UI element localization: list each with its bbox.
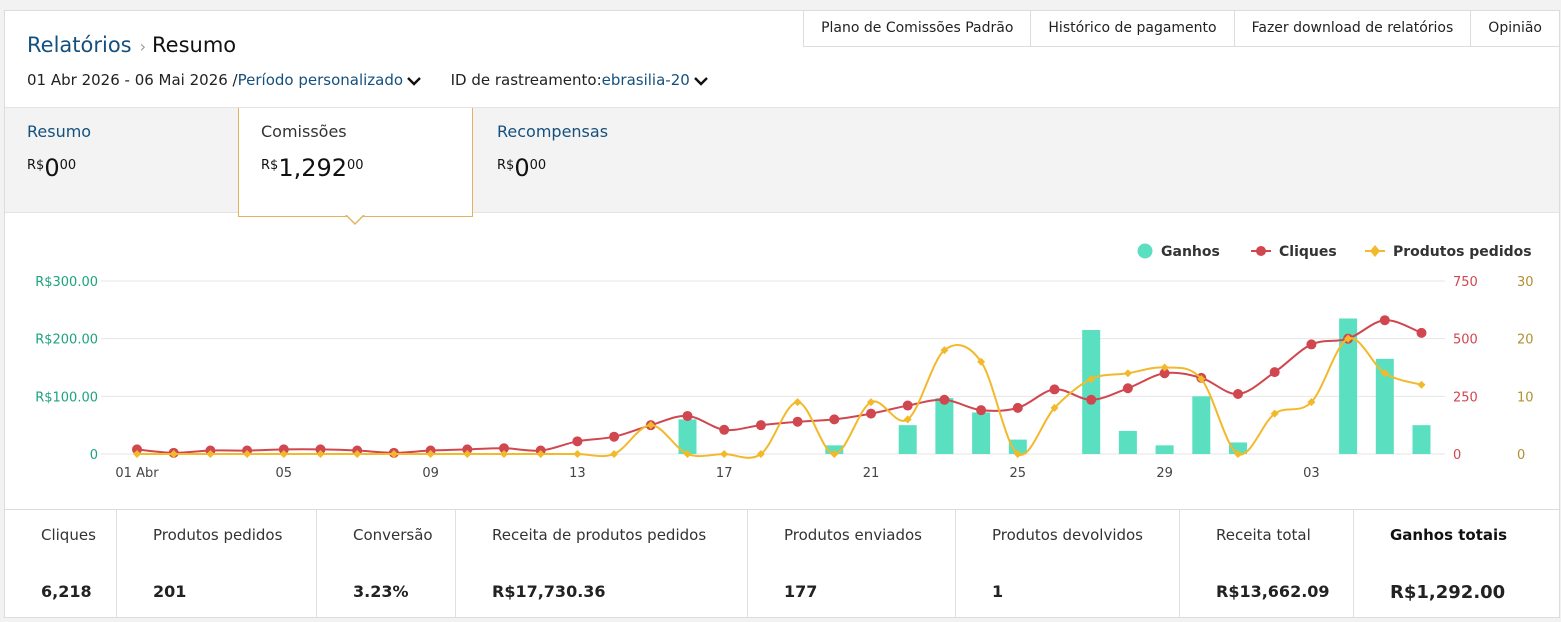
stat-conversao: Conversão 3.23%: [317, 510, 456, 617]
point-cliques: [902, 400, 913, 411]
point-produtos: [720, 450, 729, 458]
point-cliques: [1012, 402, 1023, 413]
stat-label: Produtos pedidos: [153, 526, 283, 544]
point-cliques: [1306, 339, 1317, 350]
stats-row: Cliques 6,218 Produtos pedidos 201 Convers…: [5, 509, 1559, 617]
point-cliques: [719, 424, 730, 435]
bar-ganhos: [898, 425, 917, 454]
x-axis-tick: 09: [422, 466, 439, 481]
point-cliques: [976, 405, 987, 416]
point-produtos: [793, 398, 802, 407]
stat-value: 1: [992, 582, 1004, 601]
legend-ganhos-marker: [1137, 243, 1153, 259]
bar-ganhos: [1082, 330, 1101, 454]
point-cliques: [792, 416, 803, 427]
stat-label: Produtos enviados: [784, 526, 922, 544]
right-axis-cliques-tick: 250: [1453, 390, 1478, 405]
point-cliques: [1379, 315, 1390, 326]
bar-ganhos: [1155, 445, 1174, 454]
stat-ganhos-totais: Ganhos totais R$1,292.00: [1354, 510, 1559, 617]
x-axis-tick: 01 Abr: [115, 466, 159, 481]
stat-value: 6,218: [41, 582, 92, 601]
point-produtos: [573, 450, 582, 458]
right-axis-produtos-tick: 20: [1517, 333, 1534, 348]
legend-produtos-marker: [1370, 245, 1380, 257]
stat-value: R$13,662.09: [1216, 582, 1330, 601]
point-cliques: [1049, 384, 1060, 395]
point-cliques: [1269, 367, 1280, 378]
right-axis-cliques-tick: 500: [1453, 333, 1478, 348]
stat-produtos-pedidos: Produtos pedidos 201: [117, 510, 317, 617]
legend-label: Ganhos: [1161, 244, 1220, 260]
line-cliques: [136, 319, 1422, 454]
report-card: Relatórios › Resumo Plano de Comissões Pad…: [4, 10, 1560, 618]
point-cliques: [755, 420, 766, 431]
right-axis-cliques-tick: 0: [1453, 448, 1461, 463]
right-axis-produtos-tick: 0: [1517, 448, 1525, 463]
bar-ganhos: [1192, 396, 1211, 454]
left-axis-tick: 0: [90, 448, 98, 463]
point-cliques: [939, 394, 950, 405]
point-cliques: [1416, 327, 1427, 338]
point-cliques: [682, 410, 693, 421]
legend-label: Cliques: [1279, 244, 1337, 260]
point-produtos: [1417, 380, 1426, 389]
point-cliques: [1122, 383, 1133, 394]
x-axis-tick: 25: [1010, 466, 1027, 481]
bar-ganhos: [935, 398, 954, 454]
point-cliques: [1233, 389, 1243, 400]
point-produtos: [610, 450, 619, 458]
legend-label: Produtos pedidos: [1393, 244, 1532, 260]
earnings-chart: R$300.00R$200.00R$100.000750500250030201…: [35, 243, 1534, 481]
right-axis-produtos-tick: 30: [1517, 275, 1534, 290]
x-axis-tick: 21: [863, 466, 880, 481]
stat-cliques: Cliques 6,218: [5, 510, 117, 617]
x-axis-tick: 17: [716, 466, 733, 481]
bar-ganhos: [1118, 430, 1137, 454]
left-axis-tick: R$300.00: [35, 275, 98, 290]
x-axis-tick: 29: [1156, 466, 1173, 481]
line-produtos: [137, 337, 1422, 459]
x-axis-tick: 03: [1303, 466, 1320, 481]
stat-value: R$17,730.36: [492, 582, 606, 601]
stat-value: 201: [153, 582, 187, 601]
x-axis-tick: 05: [276, 466, 293, 481]
bar-ganhos: [1412, 425, 1431, 454]
left-axis-tick: R$200.00: [35, 333, 98, 348]
point-cliques: [866, 408, 876, 419]
right-axis-produtos-tick: 10: [1517, 390, 1534, 405]
stat-label: Ganhos totais: [1390, 526, 1508, 544]
point-cliques: [609, 431, 620, 442]
left-axis-tick: R$100.00: [35, 390, 98, 405]
right-axis-cliques-tick: 750: [1453, 275, 1478, 290]
point-cliques: [829, 414, 840, 425]
stat-value: 177: [784, 582, 818, 601]
x-axis-tick: 13: [569, 466, 586, 481]
stat-label: Cliques: [41, 526, 96, 544]
bar-ganhos: [972, 412, 991, 454]
stat-produtos-devolvidos: Produtos devolvidos 1: [956, 510, 1180, 617]
stat-receita-total: Receita total R$13,662.09: [1180, 510, 1354, 617]
stat-label: Receita de produtos pedidos: [492, 526, 707, 544]
stat-label: Conversão: [353, 526, 433, 544]
point-cliques: [1086, 394, 1097, 405]
stat-produtos-enviados: Produtos enviados 177: [748, 510, 956, 617]
stat-value: 3.23%: [353, 582, 409, 601]
point-produtos: [1123, 369, 1132, 378]
legend-cliques-marker: [1256, 246, 1266, 256]
stat-value: R$1,292.00: [1390, 582, 1506, 603]
point-cliques: [572, 436, 583, 447]
stat-label: Produtos devolvidos: [992, 526, 1143, 544]
stat-receita-pedidos: Receita de produtos pedidos R$17,730.36: [456, 510, 748, 617]
stat-label: Receita total: [1216, 526, 1311, 544]
